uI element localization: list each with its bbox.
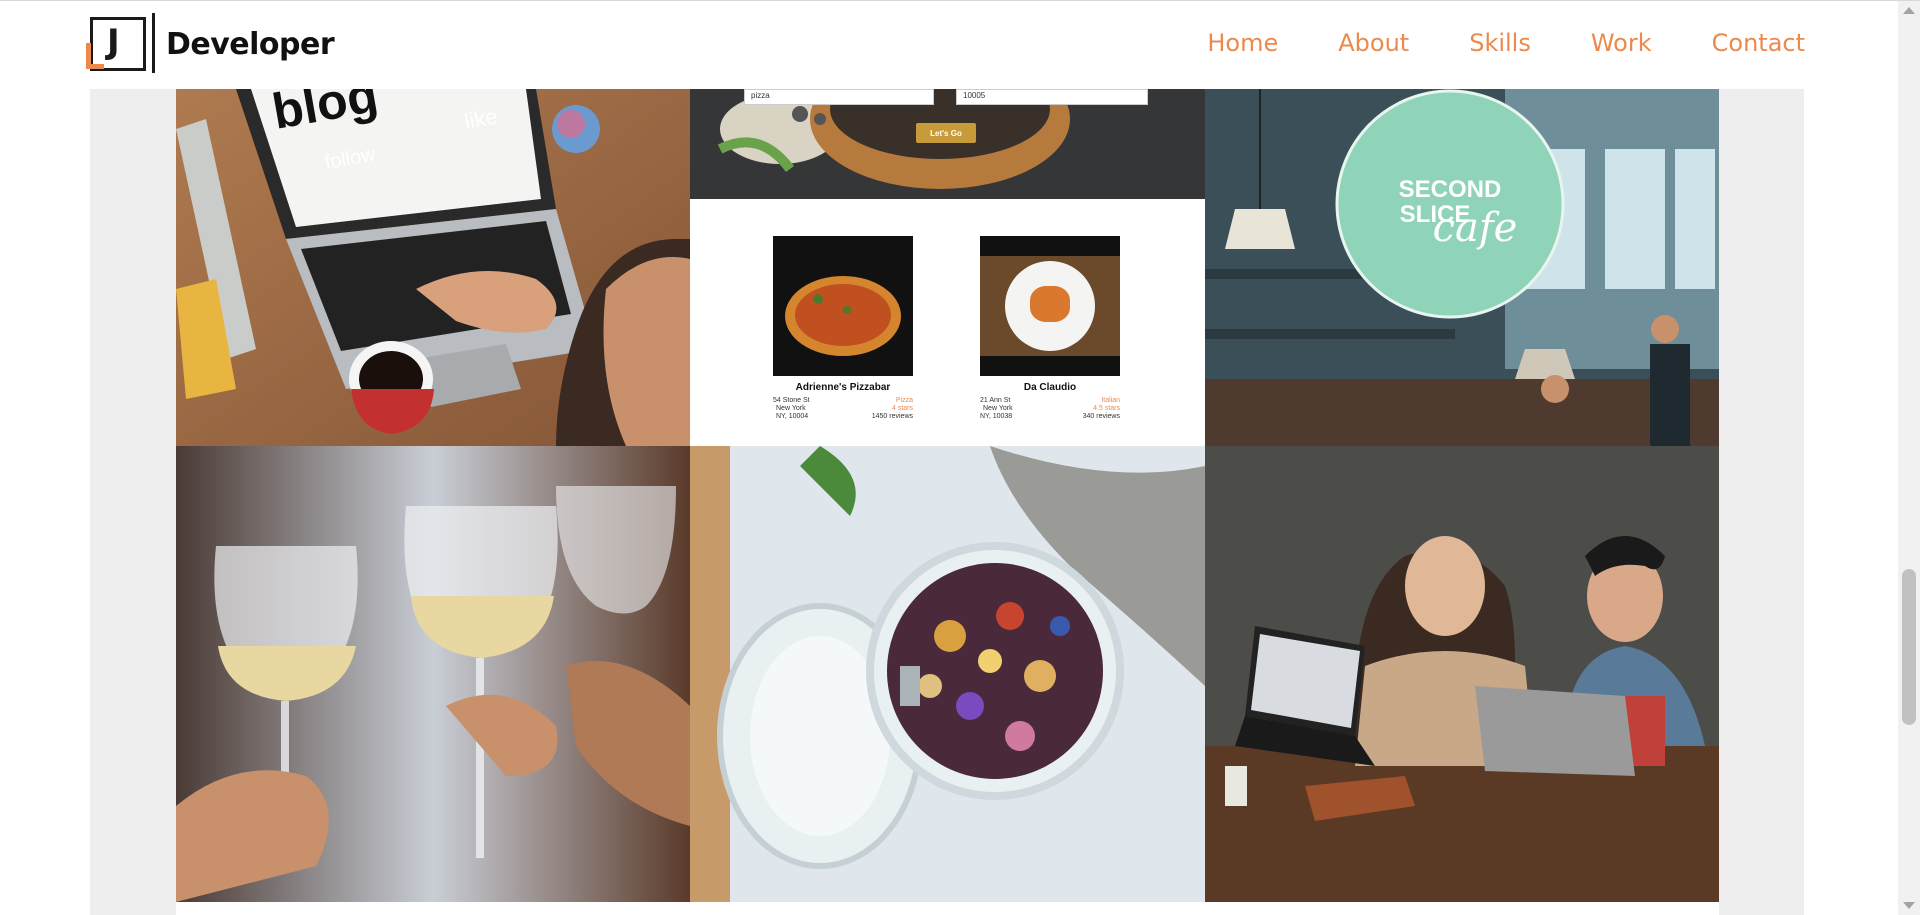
nav-about[interactable]: About <box>1338 29 1409 57</box>
search-field[interactable]: pizza <box>744 89 934 105</box>
cafe-logo-script: cafe <box>1433 205 1518 251</box>
chevron-up-icon[interactable] <box>1903 7 1915 14</box>
nav-contact[interactable]: Contact <box>1712 29 1805 57</box>
result-cuisine: Italian <box>1101 397 1120 404</box>
portfolio-item-second-slice-cafe[interactable]: SECOND SLICE cafe <box>1205 89 1719 446</box>
portfolio-item-restaurant-finder[interactable]: pizza 10005 Let's Go Adrienne's Pizzabar… <box>690 89 1205 446</box>
result-address-line: NY, 10004 <box>776 413 809 420</box>
result-cuisine: Pizza <box>895 397 913 404</box>
logo-divider <box>152 13 155 73</box>
result-address-line: 54 Stone St <box>773 397 810 404</box>
portfolio-item-tea[interactable] <box>690 446 1205 902</box>
result-address-line: New York <box>776 405 806 412</box>
logo-l-mark-icon <box>86 43 104 69</box>
result-photo-dish <box>980 236 1120 376</box>
nav-skills[interactable]: Skills <box>1469 29 1531 57</box>
coworking-photo <box>1205 446 1719 902</box>
result-reviews: 1450 reviews <box>871 413 913 420</box>
result-card[interactable]: Da Claudio 21 Ann St New York NY, 10038 … <box>980 236 1120 426</box>
page: J Developer Home About Skills Work Conta… <box>0 0 1920 915</box>
zip-field[interactable]: 10005 <box>956 89 1148 105</box>
page-scrollbar[interactable] <box>1898 1 1920 915</box>
scrollbar-thumb[interactable] <box>1902 569 1916 725</box>
search-field-value: pizza <box>751 91 770 100</box>
site-logo[interactable]: J Developer <box>86 13 335 75</box>
portfolio-item-coworking[interactable] <box>1205 446 1719 902</box>
logo-letter: J <box>107 22 120 62</box>
lets-go-button[interactable]: Let's Go <box>916 123 976 143</box>
result-name: Adrienne's Pizzabar <box>795 382 891 393</box>
portfolio-item-blog[interactable]: blog follow like <box>176 89 690 446</box>
blog-photo: blog follow like <box>176 89 690 446</box>
result-address-line: New York <box>983 405 1013 412</box>
cafe-logo-line1: SECOND <box>1399 176 1502 203</box>
tea-photo <box>690 446 1205 902</box>
result-photo-pizza <box>773 236 913 376</box>
grid-bottom-edge <box>176 902 1719 915</box>
result-address-line: NY, 10038 <box>980 413 1013 420</box>
work-section: blog follow like pizza 10005 Let's Go Ad… <box>90 89 1804 915</box>
wine-photo <box>176 446 690 902</box>
site-header: J Developer Home About Skills Work Conta… <box>0 1 1898 89</box>
lets-go-label: Let's Go <box>930 128 962 138</box>
result-rating: 4 stars <box>891 405 913 412</box>
zip-field-value: 10005 <box>963 91 986 100</box>
chevron-down-icon[interactable] <box>1903 902 1915 909</box>
result-card[interactable]: Adrienne's Pizzabar 54 Stone St New York… <box>773 236 913 426</box>
result-name: Da Claudio <box>1023 382 1077 393</box>
logo-text: Developer <box>166 27 335 62</box>
result-reviews: 340 reviews <box>1082 413 1120 420</box>
result-rating: 4.5 stars <box>1093 405 1120 412</box>
portfolio-grid: blog follow like pizza 10005 Let's Go Ad… <box>176 89 1719 915</box>
cafe-photo: SECOND SLICE cafe <box>1205 89 1719 446</box>
nav-work[interactable]: Work <box>1591 29 1652 57</box>
result-address-line: 21 Ann St <box>980 397 1011 404</box>
nav-home[interactable]: Home <box>1207 29 1278 57</box>
portfolio-item-wine[interactable] <box>176 446 690 902</box>
main-nav: Home About Skills Work Contact <box>1207 29 1805 57</box>
